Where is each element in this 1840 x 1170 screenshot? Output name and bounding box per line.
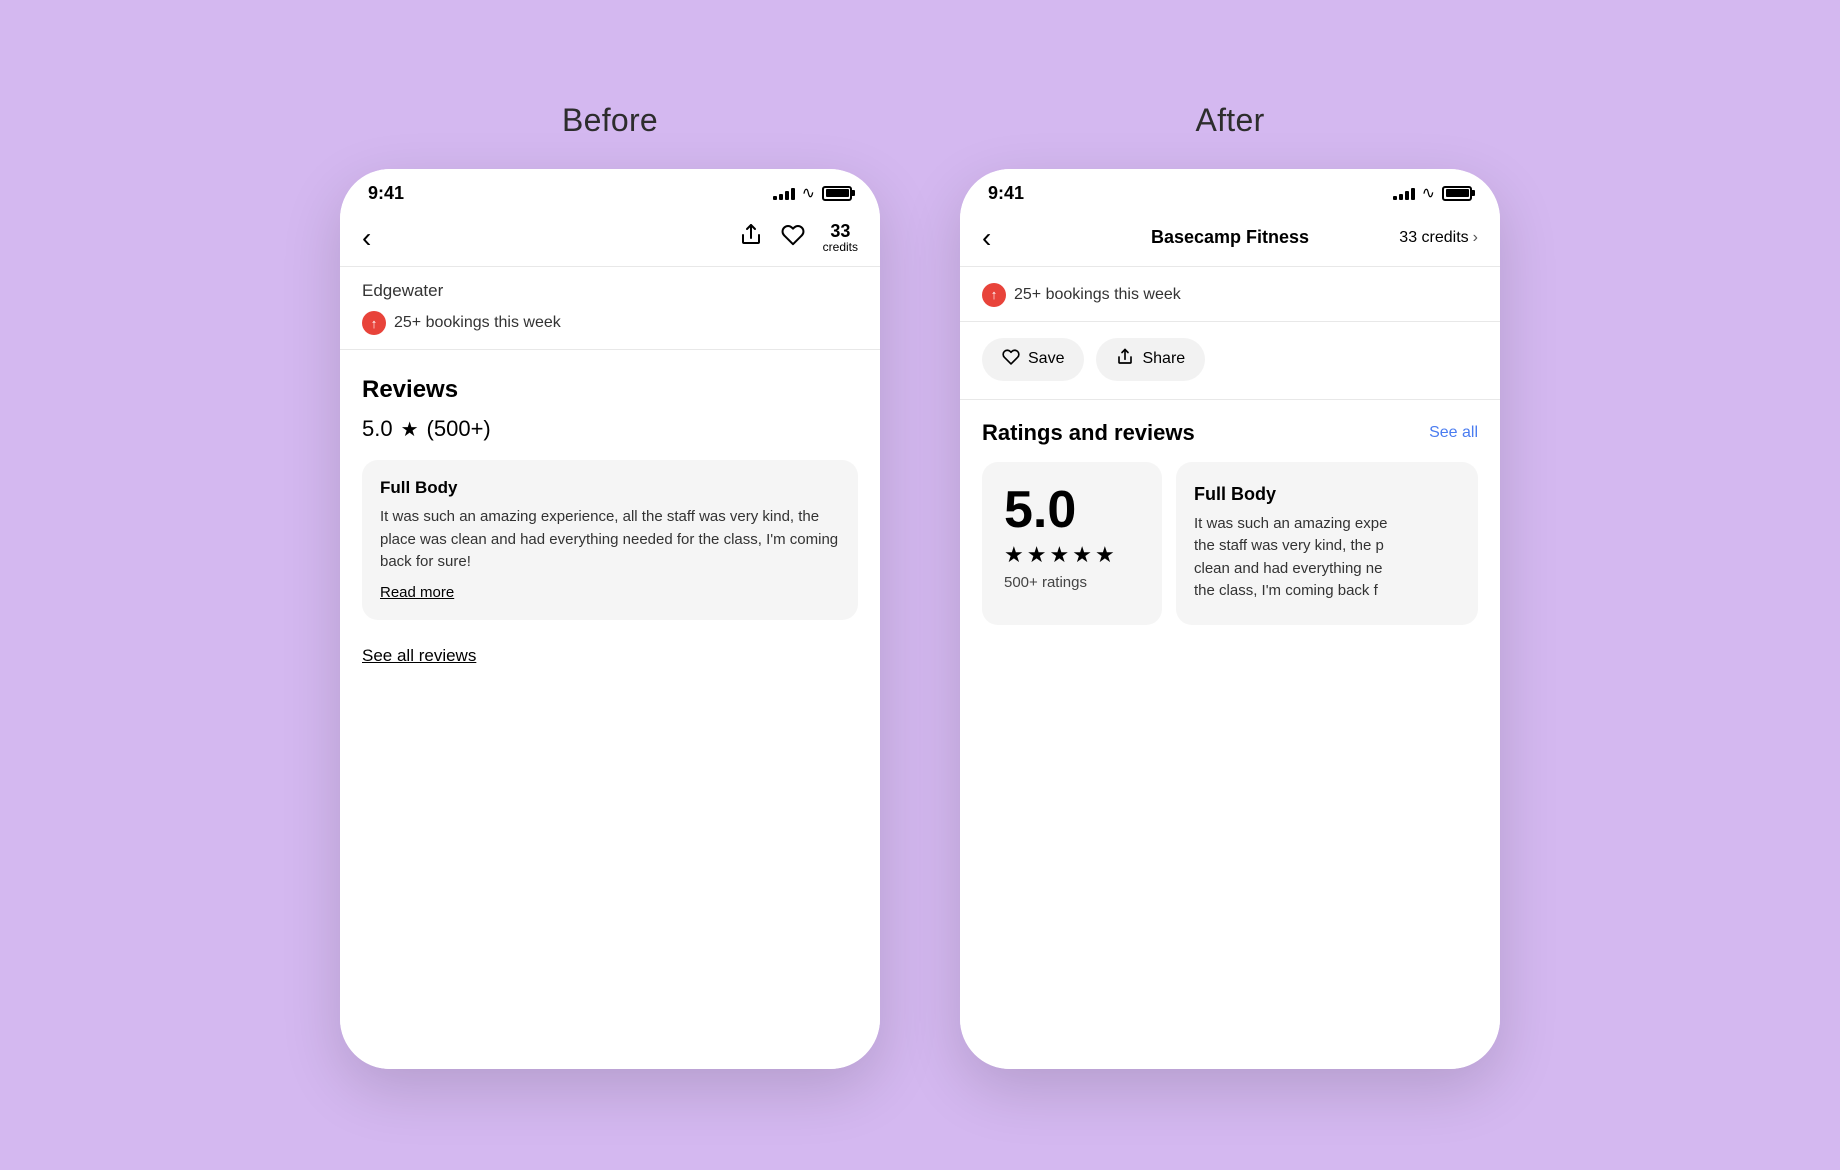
before-section: Before 9:41 ∿ ‹ xyxy=(340,102,880,1069)
after-time: 9:41 xyxy=(988,183,1024,204)
see-all-reviews-link[interactable]: See all reviews xyxy=(362,646,476,666)
before-location-row: Edgewater ↑ 25+ bookings this week xyxy=(340,267,880,345)
share-upload-icon xyxy=(1116,348,1134,371)
star-1: ★ xyxy=(1004,542,1024,568)
credits-label: credits xyxy=(823,241,858,254)
after-nav-bar: ‹ Basecamp Fitness 33 credits › xyxy=(960,212,1500,267)
review-card: Full Body It was such an amazing experie… xyxy=(362,460,858,620)
star-4: ★ xyxy=(1072,542,1092,568)
after-signal-icon xyxy=(1393,186,1415,200)
after-back-button[interactable]: ‹ xyxy=(982,222,991,254)
share-button[interactable]: Share xyxy=(1096,338,1205,381)
after-bookings-text: 25+ bookings this week xyxy=(1014,286,1181,304)
save-heart-icon xyxy=(1002,348,1020,371)
after-nav-title: Basecamp Fitness xyxy=(1151,227,1309,248)
before-time: 9:41 xyxy=(368,183,404,204)
star-2: ★ xyxy=(1027,542,1047,568)
credits-badge: 33 credits xyxy=(823,222,858,255)
battery-icon xyxy=(822,186,852,201)
after-fire-icon: ↑ xyxy=(982,283,1006,307)
read-more-link[interactable]: Read more xyxy=(380,584,454,601)
after-label: After xyxy=(1195,102,1264,139)
review-card-category: Full Body xyxy=(1194,484,1460,505)
share-icon[interactable] xyxy=(739,223,763,253)
share-label: Share xyxy=(1142,350,1185,368)
favorite-icon[interactable] xyxy=(781,223,805,253)
ratings-count-text: 500+ ratings xyxy=(1004,574,1140,591)
after-status-icons: ∿ xyxy=(1393,183,1472,203)
big-rating-number: 5.0 xyxy=(1004,484,1140,536)
rating-card-review: Full Body It was such an amazing expe th… xyxy=(1176,462,1478,625)
fire-icon: ↑ xyxy=(362,311,386,335)
rating-count: (500+) xyxy=(427,416,491,442)
save-button[interactable]: Save xyxy=(982,338,1084,381)
before-nav-bar: ‹ 33 xyxy=(340,212,880,268)
before-status-icons: ∿ xyxy=(773,183,852,203)
rating-card-big: 5.0 ★ ★ ★ ★ ★ 500+ ratings xyxy=(982,462,1162,625)
ratings-header: Ratings and reviews See all xyxy=(960,400,1500,462)
before-bookings-row: ↑ 25+ bookings this week xyxy=(362,311,858,335)
credits-number: 33 xyxy=(830,222,850,242)
stars-row: ★ ★ ★ ★ ★ xyxy=(1004,542,1140,568)
signal-icon xyxy=(773,186,795,200)
after-phone-frame: 9:41 ∿ ‹ Basecamp Fitness 33 credits xyxy=(960,169,1500,1069)
after-battery-icon xyxy=(1442,186,1472,201)
save-label: Save xyxy=(1028,350,1064,368)
before-reviews-section: Reviews 5.0 ★ (500+) Full Body It was su… xyxy=(340,354,880,1068)
before-label: Before xyxy=(562,102,658,139)
after-nav-right[interactable]: 33 credits › xyxy=(1399,229,1478,247)
before-phone-frame: 9:41 ∿ ‹ xyxy=(340,169,880,1069)
before-status-bar: 9:41 ∿ xyxy=(340,169,880,212)
ratings-cards-row: 5.0 ★ ★ ★ ★ ★ 500+ ratings Full Body It … xyxy=(960,462,1500,625)
review-card-text: It was such an amazing expe the staff wa… xyxy=(1194,513,1460,603)
review-text: It was such an amazing experience, all t… xyxy=(380,506,840,574)
see-all-link[interactable]: See all xyxy=(1429,424,1478,442)
review-category: Full Body xyxy=(380,478,840,498)
wifi-icon: ∿ xyxy=(802,183,815,203)
divider-1 xyxy=(340,349,880,350)
star-5: ★ xyxy=(1095,542,1115,568)
after-bookings-inner: ↑ 25+ bookings this week xyxy=(982,283,1478,307)
rating-summary: 5.0 ★ (500+) xyxy=(362,416,858,442)
after-battery-fill xyxy=(1446,189,1469,197)
after-content: ↑ 25+ bookings this week Save xyxy=(960,267,1500,1069)
battery-fill xyxy=(826,189,849,197)
after-wifi-icon: ∿ xyxy=(1422,183,1435,203)
before-nav-actions: 33 credits xyxy=(739,222,858,255)
after-actions-row: Save Share xyxy=(960,322,1500,400)
ratings-title: Ratings and reviews xyxy=(982,420,1195,446)
star-3: ★ xyxy=(1049,542,1069,568)
after-chevron-icon: › xyxy=(1473,229,1478,247)
after-status-bar: 9:41 ∿ xyxy=(960,169,1500,212)
after-bookings-row: ↑ 25+ bookings this week xyxy=(960,267,1500,322)
back-button[interactable]: ‹ xyxy=(362,222,371,254)
after-section: After 9:41 ∿ ‹ Basecamp Fitness xyxy=(960,102,1500,1069)
location-name: Edgewater xyxy=(362,281,858,301)
star-icon: ★ xyxy=(401,417,419,442)
reviews-title: Reviews xyxy=(362,376,858,404)
rating-number: 5.0 xyxy=(362,416,393,442)
after-credits: 33 credits xyxy=(1399,229,1468,247)
before-bookings-text: 25+ bookings this week xyxy=(394,314,561,332)
